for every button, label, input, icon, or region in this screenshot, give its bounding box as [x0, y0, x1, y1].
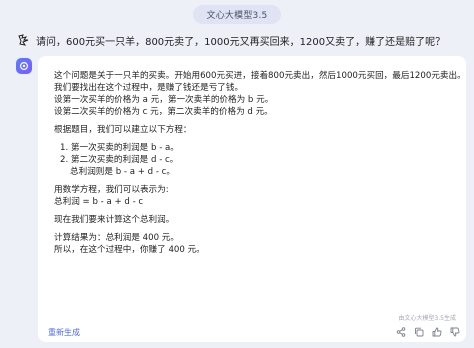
bot-avatar-icon [16, 58, 32, 74]
answer-footer: 重新生成 [38, 322, 466, 342]
user-message: 请问，600元买一只羊，800元卖了，1000元又再买回来，1200又卖了，赚了… [16, 32, 466, 48]
answer-line: 我们要找出在这个过程中，是赚了钱还是亏了钱。 [54, 83, 244, 93]
list-item: 1. 第一次买卖的利润是 b - a。 [60, 143, 179, 153]
thumbs-up-icon[interactable] [432, 327, 442, 337]
answer-line: 这个问题是关于一只羊的买卖。开始用600元买进，接着800元卖出，然后1000元… [54, 71, 466, 81]
user-question: 请问，600元买一只羊，800元卖了，1000元又再买回来，1200又卖了，赚了… [36, 36, 446, 48]
header: 文心大模型3.5 [0, 0, 474, 28]
answer-content: 这个问题是关于一只羊的买卖。开始用600元买进，接着800元卖出，然后1000元… [54, 70, 466, 256]
list-item: 2. 第二次买卖的利润是 d - c。 [60, 155, 179, 165]
answer-line: 根据题目，我们可以建立以下方程： [54, 125, 192, 135]
answer-line: 设第二次买羊的价格为 c 元，第二次卖羊的价格为 d 元。 [54, 107, 273, 117]
answer-line: 设第一次买羊的价格为 a 元，第一次卖羊的价格为 b 元。 [54, 95, 274, 105]
copy-icon[interactable] [414, 327, 424, 337]
watermark: 由文心大模型3.5生成 [398, 315, 456, 322]
answer-card: 这个问题是关于一只羊的买卖。开始用600元买进，接着800元卖出，然后1000元… [38, 56, 466, 342]
model-label: 文心大模型3.5 [192, 4, 282, 24]
thumbs-down-icon[interactable] [450, 327, 460, 337]
formula-line: 总利润 = b - a + d - c [54, 197, 144, 207]
answer-line: 所以，在这个过程中，你赚了 400 元。 [54, 245, 205, 255]
user-avatar-icon [16, 33, 30, 47]
regenerate-button[interactable]: 重新生成 [48, 327, 80, 338]
answer-line: 现在我们要来计算这个总利润。 [54, 215, 175, 225]
answer-line: 总利润则是 b - a + d - c。 [70, 167, 175, 177]
share-icon[interactable] [396, 327, 406, 337]
action-icons [396, 327, 460, 337]
answer-line: 用数学方程，我们可以表示为: [54, 185, 169, 195]
answer-line: 计算结果为：总利润是 400 元。 [54, 233, 179, 243]
